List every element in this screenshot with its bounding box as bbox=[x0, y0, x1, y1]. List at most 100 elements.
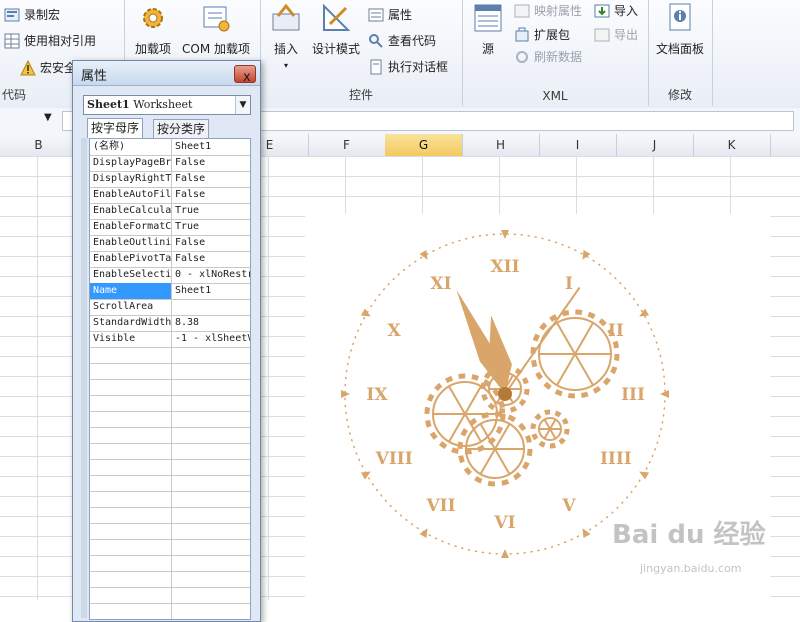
watermark-brand: Bai du 经验 bbox=[612, 520, 766, 550]
source-label: 源 bbox=[481, 42, 494, 56]
property-row[interactable]: EnableFormatConditionsCalculationTrue bbox=[90, 219, 250, 236]
empty-row bbox=[90, 539, 250, 556]
property-row[interactable]: StandardWidth 8.38 bbox=[90, 315, 250, 332]
export-icon bbox=[594, 27, 610, 43]
property-key: (名称) bbox=[90, 139, 172, 155]
property-value[interactable]: Sheet1 bbox=[173, 139, 250, 155]
property-row[interactable]: (名称) Sheet1 bbox=[90, 139, 250, 156]
map-properties-button[interactable]: 映射属性 bbox=[514, 0, 582, 22]
property-value[interactable]: True bbox=[173, 219, 250, 235]
column-header-I[interactable]: I bbox=[539, 134, 617, 156]
name-box-dropdown[interactable]: ▼ bbox=[44, 112, 52, 123]
property-value[interactable]: -1 - xlSheetVisible bbox=[173, 331, 250, 347]
column-header-K[interactable]: K bbox=[693, 134, 771, 156]
column-header-F[interactable]: F bbox=[308, 134, 386, 156]
warning-icon bbox=[20, 59, 36, 76]
property-value[interactable]: 0 - xlNoRestrictions bbox=[173, 267, 250, 283]
empty-key bbox=[90, 555, 172, 571]
column-header-G[interactable]: G bbox=[385, 134, 463, 156]
insert-button[interactable]: 插入 ▾ bbox=[266, 2, 306, 70]
relative-ref-icon bbox=[4, 33, 20, 49]
import-label: 导入 bbox=[614, 4, 639, 18]
column-header-J[interactable]: J bbox=[616, 134, 694, 156]
property-value[interactable]: Sheet1 bbox=[173, 283, 250, 299]
map-properties-label: 映射属性 bbox=[534, 4, 583, 18]
column-header-H[interactable]: H bbox=[462, 134, 540, 156]
tab-alphabetic-label: 按字母序 bbox=[91, 121, 140, 135]
property-key: EnableCalculation bbox=[90, 203, 172, 219]
run-dialog-button[interactable]: 执行对话框 bbox=[368, 56, 448, 78]
property-value[interactable]: False bbox=[173, 251, 250, 267]
empty-row bbox=[90, 523, 250, 540]
close-button[interactable]: x bbox=[234, 65, 256, 85]
property-row[interactable]: DisplayRightToLeftFalse bbox=[90, 171, 250, 188]
addins-button[interactable]: 加载项 bbox=[130, 2, 176, 57]
gear-spoke bbox=[479, 448, 496, 475]
property-row[interactable]: EnableOutliningFalse bbox=[90, 235, 250, 252]
tab-categorized[interactable]: 按分类序 bbox=[153, 119, 210, 138]
property-value[interactable]: True bbox=[173, 203, 250, 219]
empty-key bbox=[90, 347, 172, 363]
source-button[interactable]: 源 bbox=[470, 2, 506, 57]
refresh-data-button[interactable]: 刷新数据 bbox=[514, 46, 582, 68]
property-value[interactable]: False bbox=[173, 235, 250, 251]
property-key: Visible bbox=[90, 331, 172, 347]
property-row[interactable]: EnablePivotTableFalse bbox=[90, 251, 250, 268]
chevron-down-icon[interactable]: ▼ bbox=[235, 96, 250, 114]
property-key: Name bbox=[90, 283, 172, 299]
dial-numeral: XII bbox=[490, 257, 519, 277]
object-selector[interactable]: Sheet1 Worksheet ▼ bbox=[83, 95, 251, 115]
property-row[interactable]: EnableCalculationTrue bbox=[90, 203, 250, 220]
expansion-packs-icon bbox=[514, 27, 530, 43]
controls-group: 插入 ▾ 设计模式 属性 查看代码 执行对话框 控件 bbox=[260, 0, 463, 106]
expansion-packs-button[interactable]: 扩展包 bbox=[514, 24, 570, 46]
property-row[interactable]: EnableAutoFilterFalse bbox=[90, 187, 250, 204]
empty-key bbox=[90, 491, 172, 507]
property-value[interactable]: 8.38 bbox=[173, 315, 250, 331]
document-panel-button[interactable]: 文档面板 bbox=[652, 2, 708, 57]
dial-numeral: IX bbox=[366, 385, 388, 405]
design-mode-button[interactable]: 设计模式 bbox=[308, 2, 364, 57]
addins-label: 加载项 bbox=[134, 42, 171, 56]
empty-row bbox=[90, 571, 250, 588]
properties-button[interactable]: 属性 bbox=[368, 4, 412, 26]
properties-window[interactable]: 属性 x Sheet1 Worksheet ▼ 按字母序 按分类序 (名称) Sh… bbox=[72, 60, 261, 622]
view-code-button[interactable]: 查看代码 bbox=[368, 30, 436, 52]
property-row[interactable]: EnableSelection0 - xlNoRestrictions bbox=[90, 267, 250, 284]
dial-numeral: VI bbox=[493, 513, 515, 533]
modify-group: 文档面板 修改 bbox=[648, 0, 713, 106]
empty-key bbox=[90, 395, 172, 411]
property-key: EnableOutlining bbox=[90, 235, 172, 251]
empty-row bbox=[90, 491, 250, 508]
property-value[interactable]: False bbox=[173, 155, 250, 171]
empty-key bbox=[90, 539, 172, 555]
property-value[interactable]: False bbox=[173, 187, 250, 203]
empty-key bbox=[90, 459, 172, 475]
property-value[interactable]: False bbox=[173, 171, 250, 187]
property-row[interactable]: ScrollArea bbox=[90, 299, 250, 316]
baidu-watermark: Bai du 经验 bbox=[612, 514, 766, 551]
export-button[interactable]: 导出 bbox=[594, 24, 638, 46]
tab-categorized-label: 按分类序 bbox=[157, 122, 206, 136]
record-macro-label: 录制宏 bbox=[24, 8, 61, 22]
property-row[interactable]: Name Sheet1 bbox=[90, 283, 250, 300]
column-header-B[interactable]: B bbox=[0, 134, 78, 156]
record-macro-button[interactable]: 录制宏 bbox=[4, 4, 60, 26]
macro-security-button[interactable]: 宏安全 bbox=[20, 57, 76, 79]
xml-group-label: XML bbox=[542, 89, 568, 103]
dial-numeral: III bbox=[621, 385, 645, 405]
import-button[interactable]: 导入 bbox=[594, 0, 638, 22]
property-grid[interactable]: (名称)Sheet1DisplayPageBreaksFalseDisplayR… bbox=[89, 138, 251, 620]
export-label: 导出 bbox=[614, 28, 639, 42]
empty-key bbox=[90, 523, 172, 539]
relative-ref-button[interactable]: 使用相对引用 bbox=[4, 30, 96, 52]
import-icon bbox=[594, 3, 610, 19]
view-code-label: 查看代码 bbox=[388, 34, 437, 48]
property-value[interactable] bbox=[173, 299, 250, 315]
property-row[interactable]: DisplayPageBreaksFalse bbox=[90, 155, 250, 172]
com-addins-button[interactable]: COM 加载项 bbox=[176, 2, 256, 57]
properties-titlebar[interactable]: 属性 x bbox=[73, 61, 260, 86]
tab-alphabetic[interactable]: 按字母序 bbox=[87, 118, 144, 138]
property-row[interactable]: Visible-1 - xlSheetVisible bbox=[90, 331, 250, 348]
empty-row bbox=[90, 363, 250, 380]
